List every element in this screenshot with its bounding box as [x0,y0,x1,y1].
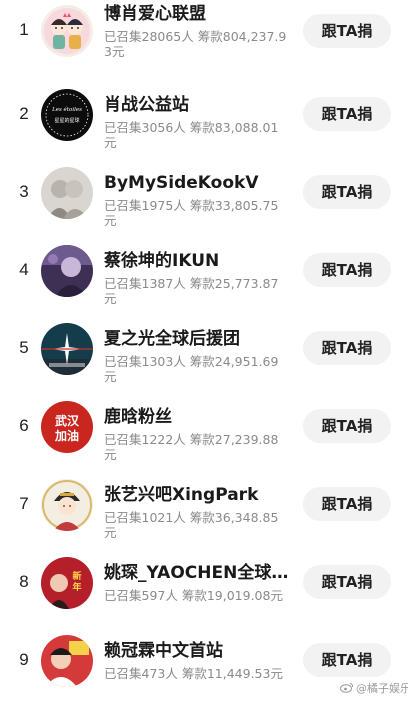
rank-number: 2 [19,104,29,123]
avatar-text: 新 [72,570,81,582]
list-item[interactable]: 2 Les étoiles 星星的星球 肖战公益站 已召集3056人 筹款83,… [0,76,408,154]
fan-club-name[interactable]: 夏之光全球后援团 [104,328,300,350]
list-item[interactable]: 5 夏之光全球后援团 已召集1303人 筹款24,951.69元 跟TA捐 [0,310,408,388]
follow-donate-button[interactable]: 跟TA捐 [303,175,391,209]
watermark: @橘子娱乐 [340,680,408,696]
avatar[interactable] [41,323,93,375]
list-item[interactable]: 7 张艺兴吧XingPark 已召集1021人 筹款36,348.85元 跟TA… [0,466,408,544]
avatar[interactable] [41,479,93,531]
donation-stats: 已召集473人 筹款11,449.53元 [104,666,283,681]
avatar-text: 年 [72,581,81,593]
rank-number: 3 [19,182,29,201]
avatar-text: 加油 [54,428,79,443]
svg-text:Les étoiles: Les étoiles [51,106,82,113]
fan-club-name[interactable]: ByMySideKookV [104,172,300,194]
follow-donate-button[interactable]: 跟TA捐 [303,487,391,521]
follow-donate-button[interactable]: 跟TA捐 [303,409,391,443]
fan-club-name[interactable]: 赖冠霖中文首站 [104,640,300,662]
weibo-icon [340,682,354,693]
rank-number: 4 [19,260,29,279]
list-item[interactable]: 8 新 年 姚琛_YAOCHEN全球… 已召集597人 筹款19,019.08元… [0,544,408,622]
donation-stats: 已召集1303人 筹款24,951.69元 [104,354,279,384]
donation-stats: 已召集28065人 筹款804,237.93元 [104,29,287,59]
avatar[interactable] [41,635,93,687]
donation-stats: 已召集1975人 筹款33,805.75元 [104,198,279,228]
avatar[interactable] [41,245,93,297]
avatar[interactable]: 新 年 [41,557,93,609]
list-item[interactable]: 1 博肖爱心联盟 已召集28065人 筹款804,237.93元 跟TA捐 [0,0,408,70]
avatar[interactable] [41,167,93,219]
follow-donate-button[interactable]: 跟TA捐 [303,331,391,365]
list-item[interactable]: 4 蔡徐坤的IKUN 已召集1387人 筹款25,773.87元 跟TA捐 [0,232,408,310]
follow-donate-button[interactable]: 跟TA捐 [303,253,391,287]
follow-donate-button[interactable]: 跟TA捐 [303,14,391,48]
list-item[interactable]: 3 ByMySideKookV 已召集1975人 筹款33,805.75元 跟T… [0,154,408,232]
fan-club-name[interactable]: 鹿晗粉丝 [104,406,300,428]
avatar[interactable] [41,5,93,57]
follow-donate-button[interactable]: 跟TA捐 [303,97,391,131]
donation-stats: 已召集1387人 筹款25,773.87元 [104,276,279,306]
rank-number: 1 [19,20,29,39]
donation-stats: 已召集1222人 筹款27,239.88元 [104,432,279,462]
fan-club-name[interactable]: 肖战公益站 [104,94,300,116]
avatar[interactable]: 武汉 加油 [41,401,93,453]
fan-club-name[interactable]: 姚琛_YAOCHEN全球… [104,562,300,584]
rank-number: 5 [19,338,29,357]
rank-number: 7 [19,494,29,513]
donation-stats: 已召集1021人 筹款36,348.85元 [104,510,279,540]
svg-text:星星的星球: 星星的星球 [54,117,79,124]
rank-number: 8 [19,572,29,591]
avatar[interactable]: Les étoiles 星星的星球 [41,89,93,141]
avatar-text: 武汉 [55,413,80,428]
rank-number: 9 [19,650,29,669]
watermark-text: @橘子娱乐 [356,682,408,695]
fan-club-name[interactable]: 博肖爱心联盟 [104,3,300,25]
rank-number: 6 [19,416,29,435]
follow-donate-button[interactable]: 跟TA捐 [303,565,391,599]
list-item[interactable]: 6 武汉 加油 鹿晗粉丝 已召集1222人 筹款27,239.88元 跟TA捐 [0,388,408,466]
donation-stats: 已召集3056人 筹款83,088.01元 [104,120,279,150]
donation-stats: 已召集597人 筹款19,019.08元 [104,588,283,603]
fan-club-name[interactable]: 张艺兴吧XingPark [104,484,300,506]
follow-donate-button[interactable]: 跟TA捐 [303,643,391,677]
fan-club-name[interactable]: 蔡徐坤的IKUN [104,250,300,272]
